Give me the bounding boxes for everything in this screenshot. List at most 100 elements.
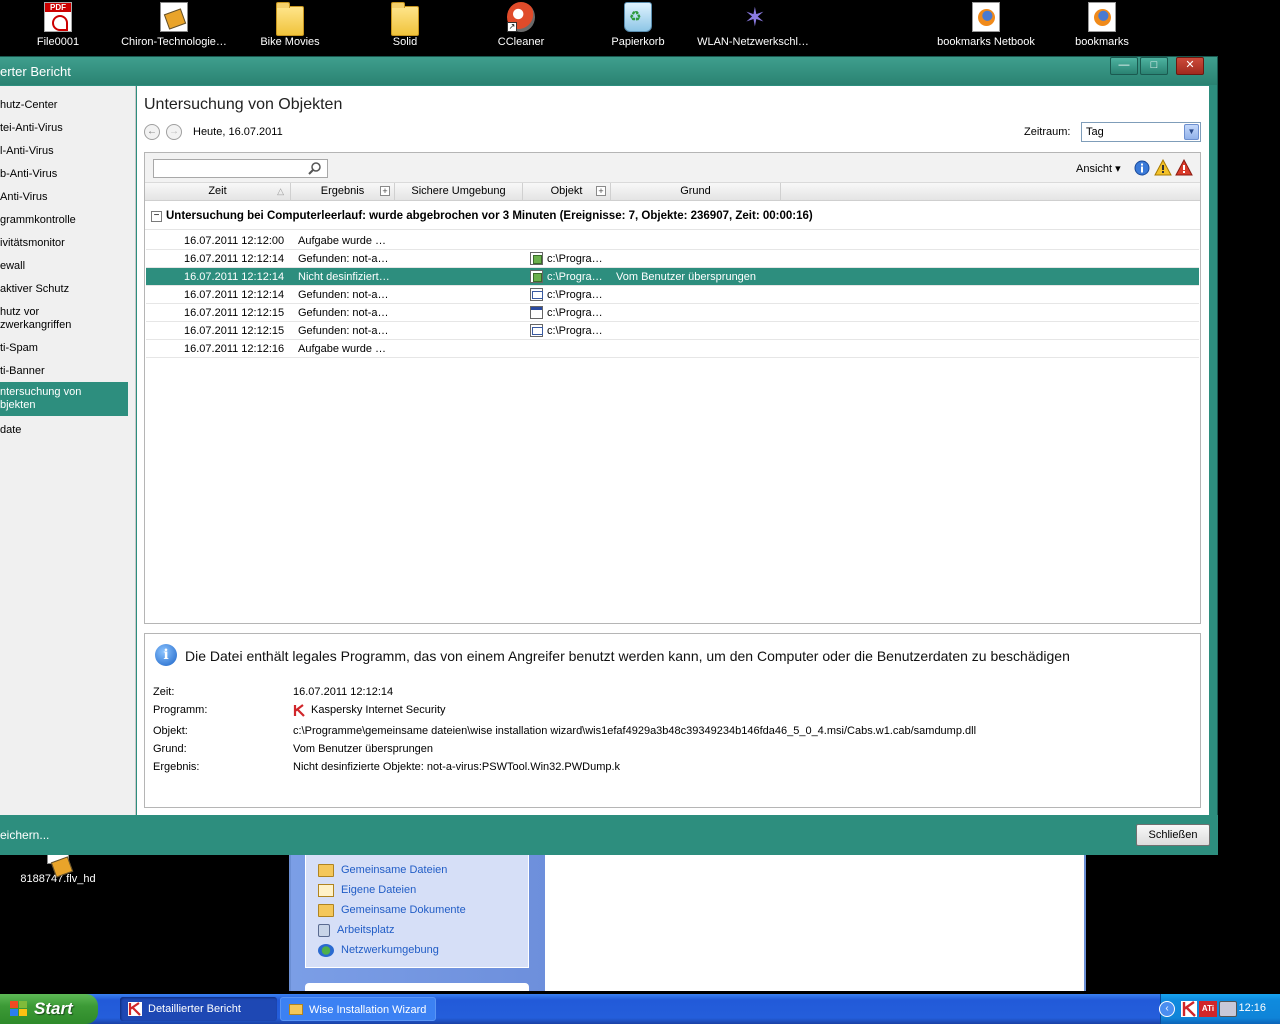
executable-file-icon — [530, 270, 543, 283]
view-menu-button[interactable]: Ansicht ▾ — [1076, 162, 1121, 175]
page-title: Untersuchung von Objekten — [144, 96, 343, 113]
row-object: c:\Progra… — [547, 325, 603, 337]
firefox-document-icon — [972, 2, 1000, 32]
network-connection-icon[interactable] — [1219, 1001, 1237, 1017]
desktop-icon-bookmarks-netbook[interactable]: bookmarks Netbook — [928, 2, 1044, 48]
desktop-icon-recycle-bin[interactable]: Papierkorb — [580, 2, 696, 48]
desktop-icon-bookmarks[interactable]: bookmarks — [1044, 2, 1160, 48]
critical-filter-icon[interactable] — [1175, 159, 1193, 177]
row-object: c:\Progra… — [547, 253, 603, 265]
detail-object-label: Objekt: — [153, 725, 188, 737]
desktop-icon-ccleaner[interactable]: ↗ CCleaner — [463, 2, 579, 48]
sidebar-item-mail-antivirus[interactable]: l-Anti-Virus — [0, 145, 128, 158]
sidebar: hutz-Center tei-Anti-Virus l-Anti-Virus … — [0, 86, 136, 815]
report-content: Untersuchung von Objekten ← → Heute, 16.… — [137, 86, 1209, 815]
details-panel-header[interactable] — [305, 983, 529, 991]
kaspersky-tray-icon[interactable] — [1181, 1001, 1197, 1017]
explorer-task-pane: Gemeinsame Dateien Eigene Dateien Gemein… — [291, 855, 545, 991]
windows-logo-icon — [10, 1001, 28, 1017]
info-icon: i — [155, 644, 177, 666]
sidebar-item-anti-spam[interactable]: ti-Spam — [0, 342, 128, 355]
firefox-document-icon — [1088, 2, 1116, 32]
next-date-button[interactable]: → — [166, 124, 182, 140]
sidebar-item-im-antivirus[interactable]: Anti-Virus — [0, 191, 128, 204]
desktop-icon-chiron[interactable]: Chiron-Technologie… — [116, 2, 232, 48]
close-button[interactable]: Schließen — [1136, 824, 1210, 846]
maximize-button[interactable]: □ — [1140, 57, 1168, 75]
row-object: c:\Progra… — [547, 271, 603, 283]
close-window-button[interactable]: ✕ — [1176, 57, 1204, 75]
sidebar-item-program-control[interactable]: grammkontrolle — [0, 214, 128, 227]
expand-plus-icon[interactable]: + — [380, 186, 390, 196]
ati-icon[interactable]: ATi — [1199, 1001, 1217, 1017]
sidebar-item-web-antivirus[interactable]: b-Anti-Virus — [0, 168, 128, 181]
table-row[interactable]: 16.07.2011 12:12:16 Aufgabe wurde … — [146, 340, 1199, 358]
sidebar-item-update[interactable]: date — [0, 424, 128, 437]
row-reason: Vom Benutzer übersprungen — [616, 271, 757, 283]
sidebar-item-proactive-defense[interactable]: aktiver Schutz — [0, 283, 128, 296]
task-link-shared-documents[interactable]: Gemeinsame Dokumente — [318, 900, 528, 920]
row-result: Nicht desinfiziert… — [298, 271, 390, 283]
explorer-window-background[interactable]: Gemeinsame Dateien Eigene Dateien Gemein… — [289, 855, 1086, 991]
sidebar-item-file-antivirus[interactable]: tei-Anti-Virus — [0, 122, 128, 135]
video-file-icon — [160, 2, 188, 32]
table-row-selected[interactable]: 16.07.2011 12:12:14 Nicht desinfiziert… … — [146, 268, 1199, 286]
clock[interactable]: 12:16 — [1238, 1002, 1266, 1014]
other-places-panel: Gemeinsame Dateien Eigene Dateien Gemein… — [305, 855, 529, 968]
sidebar-item-protection-center[interactable]: hutz-Center — [0, 99, 128, 112]
table-row[interactable]: 16.07.2011 12:12:00 Aufgabe wurde … — [146, 232, 1199, 250]
sidebar-item-network-attack-blocker[interactable]: hutz vor zwerkangriffen — [0, 306, 128, 332]
table-row[interactable]: 16.07.2011 12:12:14 Gefunden: not-a… c:\… — [146, 286, 1199, 304]
detail-object-value[interactable]: c:\Programme\gemeinsame dateien\wise ins… — [293, 725, 976, 737]
sidebar-item-firewall[interactable]: ewall — [0, 260, 128, 273]
row-time: 16.07.2011 12:12:14 — [184, 289, 285, 301]
task-link-my-files[interactable]: Eigene Dateien — [318, 880, 528, 900]
title-bar[interactable]: erter Bericht — □ ✕ — [0, 57, 1217, 85]
row-result: Gefunden: not-a… — [298, 325, 389, 337]
row-time: 16.07.2011 12:12:15 — [184, 325, 285, 337]
current-date: Heute, 16.07.2011 — [193, 126, 283, 138]
column-header-time[interactable]: Zeit △ — [145, 183, 291, 201]
column-header-reason[interactable]: Grund — [611, 183, 781, 201]
start-button[interactable]: Start — [0, 994, 98, 1024]
task-link-shared-files[interactable]: Gemeinsame Dateien — [318, 860, 528, 880]
sort-ascending-icon: △ — [277, 186, 284, 196]
taskbar-button-report[interactable]: Detaillierter Bericht — [120, 997, 277, 1021]
period-select[interactable]: Tag ▼ — [1081, 122, 1201, 142]
prev-date-button[interactable]: ← — [144, 124, 160, 140]
report-window: erter Bericht — □ ✕ hutz-Center tei-Anti… — [0, 56, 1218, 855]
task-link-network[interactable]: Netzwerkumgebung — [318, 940, 528, 960]
column-header-object[interactable]: Objekt + — [523, 183, 611, 201]
scan-group-header[interactable]: − Untersuchung bei Computerleerlauf: wur… — [145, 202, 1200, 230]
column-header-result[interactable]: Ergebnis + — [291, 183, 395, 201]
warning-filter-icon[interactable] — [1154, 159, 1172, 177]
minimize-button[interactable]: — — [1110, 57, 1138, 75]
taskbar-button-wise-wizard[interactable]: Wise Installation Wizard — [280, 997, 436, 1021]
chevron-down-icon[interactable]: ▼ — [1184, 124, 1199, 140]
info-filter-icon[interactable] — [1133, 159, 1151, 177]
search-icon[interactable] — [308, 161, 322, 175]
desktop-icon-bike-movies[interactable]: Bike Movies — [232, 2, 348, 48]
desktop-icon-solid[interactable]: Solid — [347, 2, 463, 48]
chevron-left-icon[interactable]: ‹ — [1159, 1001, 1175, 1017]
desktop-icon-flv[interactable]: 8188747.flv_hd — [8, 850, 108, 885]
arrow-left-icon: ← — [147, 126, 157, 137]
desktop-icon-file0001[interactable]: File0001 — [0, 2, 116, 48]
save-link[interactable]: eichern... — [0, 828, 49, 842]
sidebar-item-anti-banner[interactable]: ti-Banner — [0, 365, 128, 378]
sidebar-item-activity-monitor[interactable]: ivitätsmonitor — [0, 237, 128, 250]
column-header-safe-env[interactable]: Sichere Umgebung — [395, 183, 523, 201]
search-input[interactable] — [153, 159, 328, 178]
table-row[interactable]: 16.07.2011 12:12:15 Gefunden: not-a… c:\… — [146, 304, 1199, 322]
sidebar-item-scan[interactable]: ntersuchung von bjekten — [0, 382, 128, 416]
collapse-minus-icon[interactable]: − — [151, 211, 162, 222]
expand-plus-icon[interactable]: + — [596, 186, 606, 196]
table-row[interactable]: 16.07.2011 12:12:15 Gefunden: not-a… c:\… — [146, 322, 1199, 340]
pdf-file-icon — [44, 2, 72, 32]
detail-reason-value: Vom Benutzer übersprungen — [293, 743, 434, 755]
grid-toolbar: Ansicht ▾ — [145, 153, 1200, 183]
desktop-icon-wlan[interactable]: WLAN-Netzwerkschl… — [695, 2, 811, 48]
folder-icon — [391, 2, 419, 36]
task-link-my-computer[interactable]: Arbeitsplatz — [318, 920, 528, 940]
table-row[interactable]: 16.07.2011 12:12:14 Gefunden: not-a… c:\… — [146, 250, 1199, 268]
